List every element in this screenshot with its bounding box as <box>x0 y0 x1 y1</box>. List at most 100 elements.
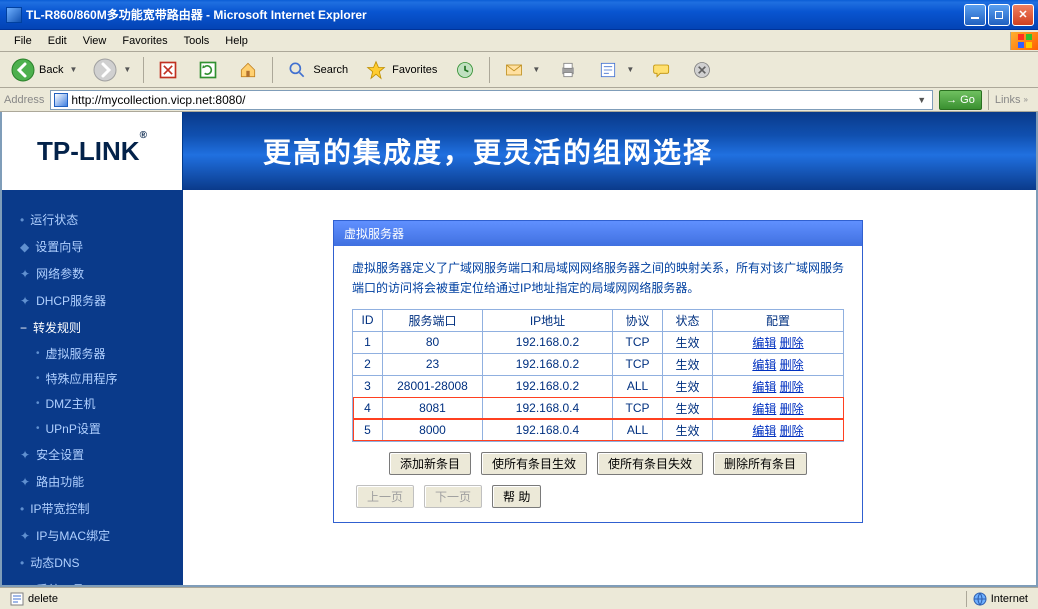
delete-link[interactable]: 删除 <box>780 336 804 350</box>
search-button[interactable]: Search <box>278 54 355 86</box>
maximize-button[interactable] <box>988 4 1010 26</box>
table-row: 58000192.168.0.4ALL生效编辑 删除 <box>353 419 844 441</box>
cell-port: 23 <box>383 353 483 375</box>
cell-port: 8000 <box>383 419 483 441</box>
col-status: 状态 <box>663 309 713 331</box>
cell-id: 5 <box>353 419 383 441</box>
panel-description: 虚拟服务器定义了广域网服务端口和局域网网络服务器之间的映射关系，所有对该广域网服… <box>352 258 844 299</box>
status-zone: Internet <box>967 592 1034 606</box>
refresh-button[interactable] <box>189 54 227 86</box>
col-ip: IP地址 <box>483 309 613 331</box>
sidebar-item-network[interactable]: ✦网络参数 <box>2 260 183 287</box>
edit-link[interactable]: 编辑 <box>752 380 776 394</box>
research-button[interactable] <box>683 54 721 86</box>
menu-favorites[interactable]: Favorites <box>114 33 175 49</box>
mail-icon <box>502 58 526 82</box>
back-label: Back <box>39 64 63 76</box>
sidebar-sub-upnp[interactable]: •UPnP设置 <box>2 416 183 441</box>
address-bar: Address http://mycollection.vicp.net:808… <box>0 88 1038 112</box>
cell-proto: TCP <box>613 397 663 419</box>
star-icon <box>364 58 388 82</box>
menu-file[interactable]: File <box>6 33 40 49</box>
cell-status: 生效 <box>663 419 713 441</box>
address-dropdown-icon[interactable]: ▼ <box>914 95 929 105</box>
links-button[interactable]: Links» <box>988 90 1034 110</box>
edit-dropdown-button[interactable]: ▼ <box>589 54 641 86</box>
mail-button[interactable]: ▼ <box>495 54 547 86</box>
help-button[interactable]: 帮 助 <box>492 485 541 508</box>
cell-config: 编辑 删除 <box>713 353 844 375</box>
sidebar-item-routing[interactable]: ✦路由功能 <box>2 468 183 495</box>
stop-icon <box>156 58 180 82</box>
back-button[interactable]: Back ▼ <box>4 54 84 86</box>
go-button[interactable]: →Go <box>939 90 982 110</box>
delete-all-button[interactable]: 删除所有条目 <box>713 452 807 475</box>
sidebar-sub-virtual-server[interactable]: •虚拟服务器 <box>2 341 183 366</box>
cell-config: 编辑 删除 <box>713 331 844 353</box>
edit-link[interactable]: 编辑 <box>752 358 776 372</box>
stop-button[interactable] <box>149 54 187 86</box>
menu-tools[interactable]: Tools <box>176 33 218 49</box>
delete-link[interactable]: 删除 <box>780 358 804 372</box>
virtual-server-table: ID 服务端口 IP地址 协议 状态 配置 180192.168.0.2TCP生… <box>352 309 844 442</box>
status-bar: delete Internet <box>0 587 1038 609</box>
cell-proto: TCP <box>613 353 663 375</box>
cell-id: 2 <box>353 353 383 375</box>
cell-port: 28001-28008 <box>383 375 483 397</box>
back-icon <box>11 58 35 82</box>
menu-view[interactable]: View <box>75 33 115 49</box>
cell-port: 8081 <box>383 397 483 419</box>
edit-link[interactable]: 编辑 <box>752 402 776 416</box>
sidebar-item-status[interactable]: •运行状态 <box>2 206 183 233</box>
globe-icon <box>973 592 987 606</box>
disable-all-button[interactable]: 使所有条目失效 <box>597 452 703 475</box>
cell-ip: 192.168.0.4 <box>483 397 613 419</box>
router-header: TP-LINK® 更高的集成度，更灵活的组网选择 <box>2 112 1036 190</box>
edit-link[interactable]: 编辑 <box>752 336 776 350</box>
sidebar-item-dhcp[interactable]: ✦DHCP服务器 <box>2 287 183 314</box>
sidebar-item-system[interactable]: ✦系统工具 <box>2 576 183 587</box>
banner: 更高的集成度，更灵活的组网选择 <box>183 112 1036 190</box>
edit-link[interactable]: 编辑 <box>752 424 776 438</box>
status-left: delete <box>4 592 64 606</box>
menu-edit[interactable]: Edit <box>40 33 75 49</box>
next-page-button[interactable]: 下一页 <box>424 485 482 508</box>
sidebar-item-bandwidth[interactable]: •IP带宽控制 <box>2 495 183 522</box>
address-label: Address <box>4 94 44 106</box>
back-dropdown-icon[interactable]: ▼ <box>67 65 77 74</box>
address-input[interactable]: http://mycollection.vicp.net:8080/ ▼ <box>50 90 933 110</box>
cell-ip: 192.168.0.2 <box>483 375 613 397</box>
delete-link[interactable]: 删除 <box>780 424 804 438</box>
home-icon <box>236 58 260 82</box>
forward-button[interactable]: ▼ <box>86 54 138 86</box>
favorites-label: Favorites <box>392 64 437 76</box>
home-button[interactable] <box>229 54 267 86</box>
add-entry-button[interactable]: 添加新条目 <box>389 452 471 475</box>
col-port: 服务端口 <box>383 309 483 331</box>
sidebar-item-ddns[interactable]: •动态DNS <box>2 549 183 576</box>
cell-ip: 192.168.0.2 <box>483 353 613 375</box>
prev-page-button[interactable]: 上一页 <box>356 485 414 508</box>
print-button[interactable] <box>549 54 587 86</box>
table-row: 328001-28008192.168.0.2ALL生效编辑 删除 <box>353 375 844 397</box>
discuss-button[interactable] <box>643 54 681 86</box>
sidebar-item-forwarding[interactable]: −转发规则 <box>2 314 183 341</box>
toolbar: Back ▼ ▼ Search Favorites ▼ ▼ <box>0 52 1038 88</box>
minimize-button[interactable] <box>964 4 986 26</box>
close-button[interactable]: ✕ <box>1012 4 1034 26</box>
sidebar-sub-special-app[interactable]: •特殊应用程序 <box>2 366 183 391</box>
delete-link[interactable]: 删除 <box>780 380 804 394</box>
forward-dropdown-icon[interactable]: ▼ <box>121 65 131 74</box>
sidebar-item-ipmac[interactable]: ✦IP与MAC绑定 <box>2 522 183 549</box>
cell-status: 生效 <box>663 375 713 397</box>
enable-all-button[interactable]: 使所有条目生效 <box>481 452 587 475</box>
delete-link[interactable]: 删除 <box>780 402 804 416</box>
sidebar-sub-dmz[interactable]: •DMZ主机 <box>2 391 183 416</box>
sidebar: •运行状态 ◆设置向导 ✦网络参数 ✦DHCP服务器 −转发规则 •虚拟服务器 … <box>2 190 183 585</box>
browser-viewport: TP-LINK® 更高的集成度，更灵活的组网选择 •运行状态 ◆设置向导 ✦网络… <box>0 112 1038 587</box>
sidebar-item-wizard[interactable]: ◆设置向导 <box>2 233 183 260</box>
favorites-button[interactable]: Favorites <box>357 54 444 86</box>
history-button[interactable] <box>446 54 484 86</box>
menu-help[interactable]: Help <box>217 33 256 49</box>
sidebar-item-security[interactable]: ✦安全设置 <box>2 441 183 468</box>
